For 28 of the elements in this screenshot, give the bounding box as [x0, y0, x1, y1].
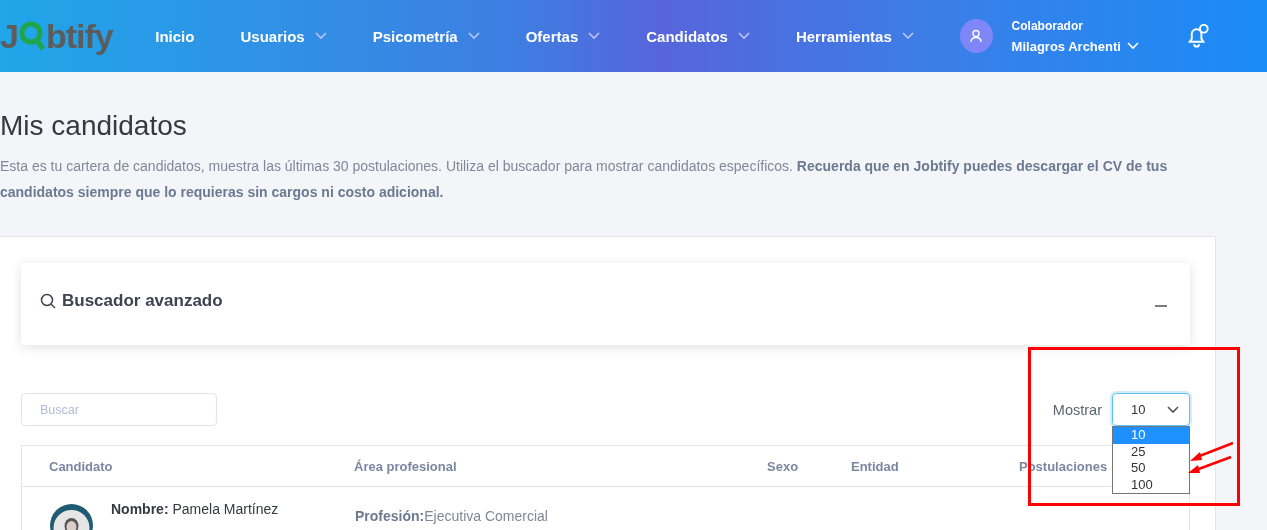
search-field[interactable]: Buscar: [21, 393, 217, 426]
user-avatar-icon[interactable]: [959, 19, 993, 53]
show-label: Mostrar: [1052, 401, 1102, 418]
nav-menu-item[interactable]: Herramientas: [795, 27, 914, 45]
chevron-down-icon: [1167, 405, 1179, 414]
page-title: Mis candidatos: [0, 110, 188, 142]
user-role: Colaborador: [1011, 18, 1084, 33]
nav-menu-item[interactable]: Inicio: [155, 27, 195, 45]
nav-menu-item[interactable]: Psicometría: [372, 27, 480, 45]
page-description: Esta es tu cartera de candidatos, muestra las últimas 30 postulaciones. Utiliza el buscador para mostrar candidatos específicos. Recuerda que en Jobtify puedes descargar el CV de tus candidatos siempre que lo requieras sin cargos ni costo adicional.: [0, 157, 1169, 202]
column-header: Sexo: [767, 458, 799, 474]
search-icon: [40, 293, 56, 309]
nav-menu-item[interactable]: Ofertas: [525, 27, 601, 45]
page-size-select[interactable]: 10: [1112, 393, 1190, 426]
chevron-down-icon: [1126, 42, 1139, 50]
column-header: Área profesional: [354, 458, 457, 474]
candidate-profession: Profesión:Ejecutiva Comercial: [355, 508, 549, 526]
panel-title: Buscador avanzado: [62, 291, 223, 311]
advanced-search-panel[interactable]: Buscador avanzado: [21, 263, 1190, 345]
column-header: Entidad: [851, 458, 899, 474]
magnifier-icon: [17, 19, 46, 53]
page-size-option[interactable]: 10: [1113, 427, 1189, 444]
user-menu[interactable]: Milagros Archenti: [1011, 38, 1139, 54]
nav-menu-item[interactable]: Candidatos: [646, 27, 750, 45]
column-header: Candidato: [49, 458, 113, 474]
logo[interactable]: J btify: [0, 16, 156, 56]
nav-menu-item[interactable]: Usuarios: [240, 27, 327, 45]
candidate-name: Nombre: Pamela Martínez: [111, 501, 279, 519]
